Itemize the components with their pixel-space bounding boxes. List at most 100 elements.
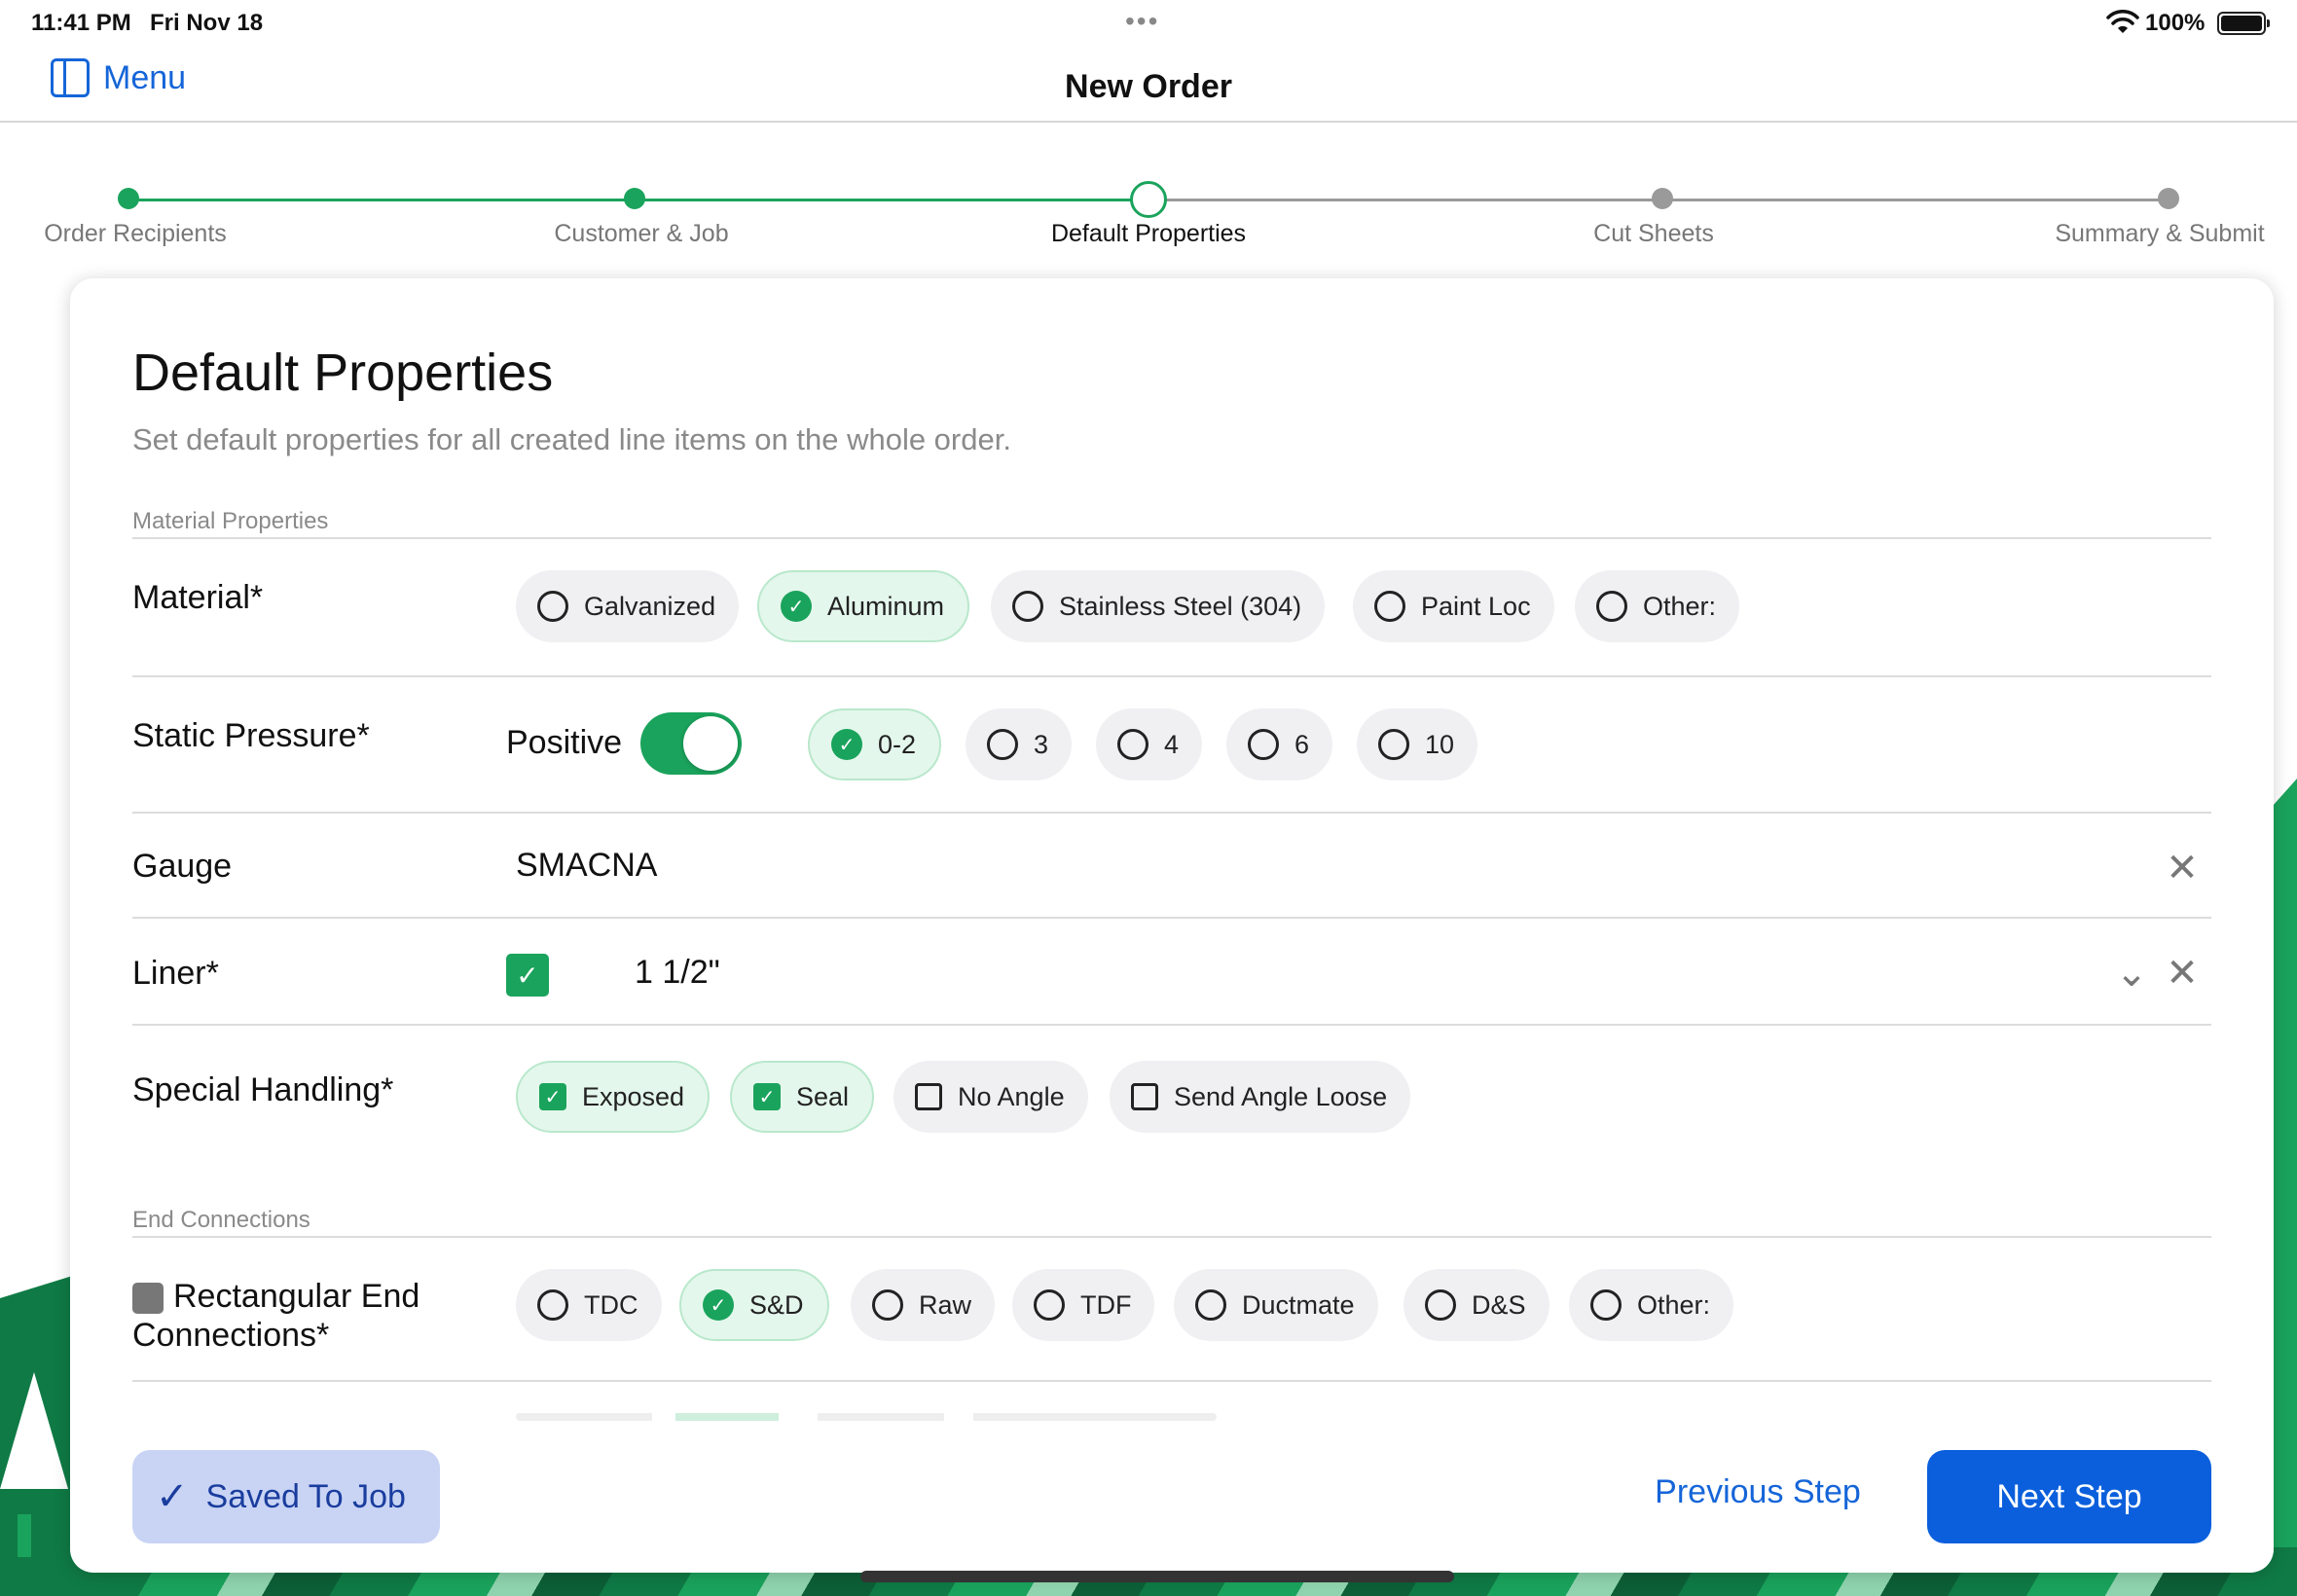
material-option-paint-loc[interactable]: Paint Loc <box>1353 570 1554 642</box>
liner-value[interactable]: 1 1/2" <box>635 954 720 992</box>
status-date: Fri Nov 18 <box>150 10 264 36</box>
previous-step-button[interactable]: Previous Step <box>1637 1473 1878 1522</box>
checkbox-checked-icon: ✓ <box>539 1083 566 1110</box>
clear-liner-close-icon[interactable]: ✕ <box>2163 954 2202 993</box>
option-label: Other: <box>1643 591 1717 621</box>
option-label: TDC <box>584 1289 638 1320</box>
option-label: No Angle <box>958 1081 1065 1111</box>
option-label: 6 <box>1294 729 1310 759</box>
step-connector <box>635 199 1141 201</box>
step-label-summary-submit[interactable]: Summary & Submit <box>2055 220 2264 248</box>
radio-icon <box>537 1289 568 1321</box>
clear-gauge-close-icon[interactable]: ✕ <box>2163 849 2202 888</box>
checkbox-icon <box>1131 1083 1158 1110</box>
step-label-default-properties[interactable]: Default Properties <box>1051 220 1246 248</box>
checkmark-icon: ✓ <box>156 1475 189 1518</box>
divider <box>132 1236 2211 1238</box>
divider <box>132 812 2211 814</box>
section-header-material: Material Properties <box>132 508 329 534</box>
radio-icon <box>1248 729 1279 760</box>
rectangular-end-checkbox[interactable] <box>132 1283 164 1314</box>
page-title: New Order <box>1065 68 1232 105</box>
handling-option-send-angle-loose[interactable]: Send Angle Loose <box>1110 1061 1411 1133</box>
option-label: 3 <box>1034 729 1049 759</box>
material-option-aluminum[interactable]: ✓ Aluminum <box>757 570 970 642</box>
option-label: Raw <box>919 1289 972 1320</box>
next-step-label: Next Step <box>1996 1477 2142 1515</box>
radio-icon <box>537 591 568 622</box>
pressure-option-6[interactable]: 6 <box>1226 708 1333 780</box>
end-option-tdf[interactable]: TDF <box>1012 1269 1155 1341</box>
radio-icon <box>1590 1289 1622 1321</box>
next-step-button[interactable]: Next Step <box>1927 1450 2211 1543</box>
pressure-option-4[interactable]: 4 <box>1096 708 1203 780</box>
end-option-tdc[interactable]: TDC <box>516 1269 662 1341</box>
scrolled-row-hint <box>516 1413 1217 1421</box>
handling-option-exposed[interactable]: ✓ Exposed <box>516 1061 711 1133</box>
multitasking-dots-icon[interactable]: ••• <box>1125 8 1159 35</box>
checkmark-circle-icon: ✓ <box>703 1289 734 1321</box>
card-subtitle: Set default properties for all created l… <box>132 422 1011 456</box>
checkmark-circle-icon: ✓ <box>831 729 862 760</box>
liner-checkbox[interactable]: ✓ <box>506 954 549 997</box>
status-bar: 11:41 PM Fri Nov 18 ••• 100% <box>0 0 2297 47</box>
rectangular-end-label-line2: Connections* <box>132 1317 330 1354</box>
saved-to-job-button[interactable]: ✓ Saved To Job <box>132 1450 440 1543</box>
material-label: Material* <box>132 579 264 616</box>
section-header-end-connections: End Connections <box>132 1207 310 1233</box>
positive-toggle-label: Positive <box>506 724 623 761</box>
gauge-label: Gauge <box>132 848 233 885</box>
pressure-option-0-2[interactable]: ✓ 0-2 <box>808 708 942 780</box>
battery-icon <box>2217 12 2270 35</box>
card-title: Default Properties <box>132 344 554 402</box>
step-label-customer-job[interactable]: Customer & Job <box>554 220 728 248</box>
end-option-s-and-d[interactable]: ✓ S&D <box>679 1269 829 1341</box>
step-dot-complete[interactable] <box>118 188 139 209</box>
material-option-stainless-steel[interactable]: Stainless Steel (304) <box>991 570 1326 642</box>
end-option-ductmate[interactable]: Ductmate <box>1174 1269 1378 1341</box>
material-option-galvanized[interactable]: Galvanized <box>516 570 740 642</box>
home-indicator[interactable] <box>860 1571 1454 1582</box>
saved-to-job-label: Saved To Job <box>205 1477 406 1515</box>
radio-icon <box>1034 1289 1065 1321</box>
radio-icon <box>872 1289 903 1321</box>
step-label-order-recipients[interactable]: Order Recipients <box>44 220 227 248</box>
option-label: Stainless Steel (304) <box>1059 591 1302 621</box>
step-label-cut-sheets[interactable]: Cut Sheets <box>1593 220 1714 248</box>
step-dot-complete[interactable] <box>624 188 645 209</box>
option-label: Ductmate <box>1242 1289 1355 1320</box>
option-label: 0-2 <box>878 729 917 759</box>
positive-toggle[interactable] <box>640 712 742 775</box>
checkbox-icon <box>915 1083 942 1110</box>
step-connector <box>1662 199 2169 201</box>
status-time: 11:41 PM <box>31 10 131 36</box>
handling-option-seal[interactable]: ✓ Seal <box>730 1061 875 1133</box>
option-label: Send Angle Loose <box>1174 1081 1388 1111</box>
divider <box>132 675 2211 677</box>
rectangular-end-label-line1: Rectangular End <box>173 1278 420 1315</box>
radio-icon <box>1596 591 1627 622</box>
pressure-option-3[interactable]: 3 <box>966 708 1073 780</box>
pressure-option-10[interactable]: 10 <box>1357 708 1478 780</box>
divider <box>132 1024 2211 1026</box>
option-label: S&D <box>749 1289 804 1320</box>
step-dot-upcoming[interactable] <box>2158 188 2179 209</box>
step-dot-upcoming[interactable] <box>1652 188 1673 209</box>
gauge-value[interactable]: SMACNA <box>516 847 657 885</box>
radio-icon <box>1378 729 1409 760</box>
option-label: 4 <box>1164 729 1180 759</box>
divider <box>132 917 2211 919</box>
option-label: 10 <box>1425 729 1455 759</box>
divider <box>132 1380 2211 1382</box>
material-option-other[interactable]: Other: <box>1575 570 1740 642</box>
step-connector <box>128 199 635 201</box>
option-label: TDF <box>1080 1289 1132 1320</box>
option-label: Exposed <box>582 1081 685 1111</box>
end-option-raw[interactable]: Raw <box>851 1269 996 1341</box>
handling-option-no-angle[interactable]: No Angle <box>893 1061 1088 1133</box>
end-option-d-and-s[interactable]: D&S <box>1404 1269 1550 1341</box>
chevron-down-icon[interactable]: ⌄ <box>2112 954 2151 993</box>
end-option-other[interactable]: Other: <box>1569 1269 1734 1341</box>
step-dot-current[interactable] <box>1130 181 1167 218</box>
option-label: Aluminum <box>827 591 945 621</box>
